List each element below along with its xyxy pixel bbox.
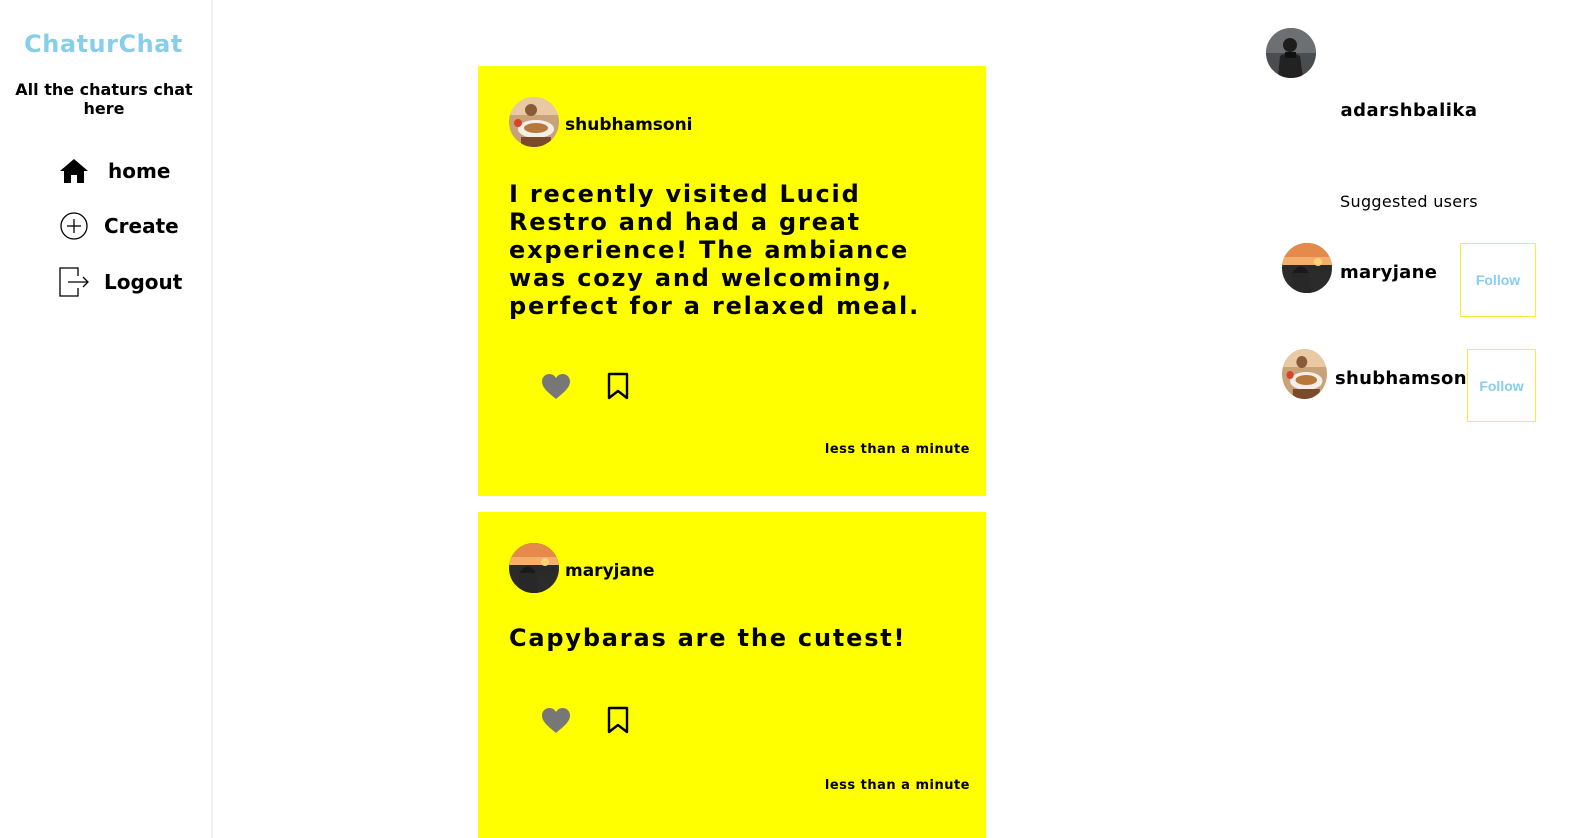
- suggested-username[interactable]: maryjane: [1340, 262, 1437, 283]
- heart-icon: [542, 707, 570, 733]
- sunset-photo-avatar[interactable]: [1282, 243, 1332, 293]
- suggested-user: maryjane: [1282, 243, 1437, 293]
- bookmark-icon: [607, 706, 629, 734]
- nav-create-label: Create: [104, 214, 179, 238]
- food-photo-avatar[interactable]: [1282, 349, 1327, 399]
- post-text: I recently visited Lucid Restro and had …: [509, 180, 920, 320]
- post-actions: [540, 704, 634, 736]
- home-icon: [58, 155, 90, 187]
- nav-logout-label: Logout: [104, 270, 183, 294]
- suggested-username[interactable]: shubhamsoni: [1335, 368, 1473, 389]
- post-header: maryjane: [509, 543, 655, 593]
- sunset-photo-avatar[interactable]: [509, 543, 559, 593]
- nav-logout[interactable]: Logout: [58, 266, 182, 298]
- suggested-user: shubhamsoni: [1282, 349, 1473, 399]
- post-card: maryjane Capybaras are the cutest! less …: [478, 512, 986, 838]
- post-header: shubhamsoni: [509, 97, 693, 147]
- sidebar: ChaturChat All the chaturs chat here hom…: [0, 0, 213, 838]
- post-timestamp: less than a minute: [824, 778, 970, 793]
- food-photo-avatar[interactable]: [509, 97, 559, 147]
- nav-create[interactable]: Create: [58, 210, 179, 242]
- post-text: Capybaras are the cutest!: [509, 624, 907, 652]
- post-timestamp: less than a minute: [824, 442, 970, 457]
- bookmark-button[interactable]: [602, 370, 634, 402]
- suggested-users-title: Suggested users: [1340, 192, 1478, 211]
- post-card: shubhamsoni I recently visited Lucid Res…: [478, 66, 986, 496]
- logout-icon: [58, 266, 90, 298]
- post-username[interactable]: shubhamsoni: [565, 115, 693, 135]
- bookmark-icon: [607, 372, 629, 400]
- post-username[interactable]: maryjane: [565, 561, 655, 581]
- nav-home[interactable]: home: [58, 155, 170, 187]
- like-button[interactable]: [540, 370, 572, 402]
- plus-circle-icon: [58, 210, 90, 242]
- tagline: All the chaturs chat here: [15, 80, 193, 118]
- follow-button[interactable]: Follow: [1460, 243, 1536, 317]
- follow-button[interactable]: Follow: [1467, 349, 1536, 422]
- camera-person-avatar[interactable]: [1266, 28, 1316, 78]
- nav-home-label: home: [108, 159, 171, 183]
- like-button[interactable]: [540, 704, 572, 736]
- heart-icon: [542, 373, 570, 399]
- post-actions: [540, 370, 634, 402]
- brand-logo[interactable]: ChaturChat: [0, 30, 207, 58]
- bookmark-button[interactable]: [602, 704, 634, 736]
- current-username[interactable]: adarshbalika: [1300, 100, 1518, 121]
